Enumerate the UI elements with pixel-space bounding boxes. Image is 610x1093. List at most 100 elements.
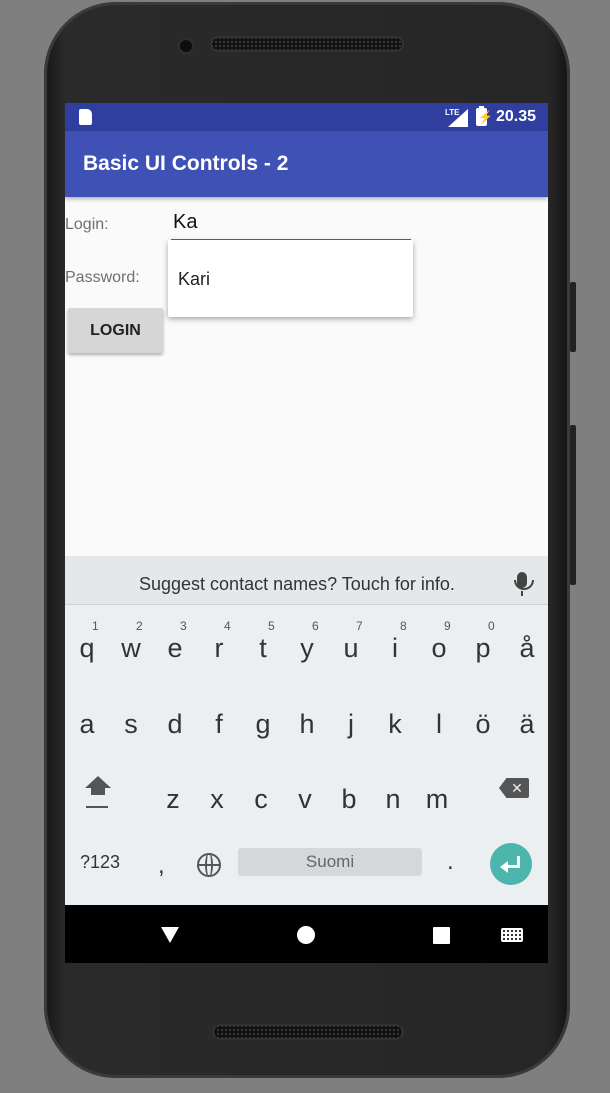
key-char: c <box>254 784 268 814</box>
key-char: f <box>215 709 223 739</box>
key[interactable]: x <box>195 766 239 826</box>
key[interactable]: z <box>151 766 195 826</box>
autocomplete-dropdown: Kari <box>168 240 413 317</box>
battery-icon: ⚡ <box>476 106 493 126</box>
key-number-hint: 6 <box>312 619 319 633</box>
key-number-hint: 0 <box>488 619 495 633</box>
key[interactable]: c <box>239 766 283 826</box>
key[interactable]: å <box>505 611 548 671</box>
key-char: z <box>166 784 180 814</box>
recents-icon[interactable] <box>433 927 450 944</box>
key-char: ä <box>519 709 535 739</box>
key[interactable]: r4 <box>197 611 241 671</box>
symbols-key[interactable]: ?123 <box>80 852 120 873</box>
key-char: å <box>519 633 535 663</box>
key[interactable]: n <box>371 766 415 826</box>
key[interactable]: m <box>415 766 459 826</box>
key[interactable]: t5 <box>241 611 285 671</box>
key-char: s <box>124 709 138 739</box>
key-number-hint: 9 <box>444 619 451 633</box>
key-char: l <box>436 709 442 739</box>
bottom-speaker <box>212 1024 404 1040</box>
key-number-hint: 1 <box>92 619 99 633</box>
key-char: k <box>388 709 402 739</box>
key[interactable]: b <box>327 766 371 826</box>
power-button[interactable] <box>570 282 576 352</box>
app-title: Basic UI Controls - 2 <box>83 152 289 175</box>
key-number-hint: 4 <box>224 619 231 633</box>
key-char: n <box>385 784 401 814</box>
app-bar: Basic UI Controls - 2 <box>65 131 548 197</box>
password-label: Password: <box>65 269 140 286</box>
key-char: r <box>214 633 224 663</box>
key-char: j <box>348 709 354 739</box>
keyboard-switch-icon[interactable] <box>501 928 523 942</box>
earpiece-speaker <box>210 36 404 52</box>
key-char: h <box>299 709 315 739</box>
key[interactable]: e3 <box>153 611 197 671</box>
key[interactable]: j <box>329 691 373 751</box>
shift-underline <box>86 806 108 808</box>
key[interactable]: i8 <box>373 611 417 671</box>
autocomplete-item[interactable]: Kari <box>178 269 210 290</box>
navigation-bar <box>65 905 548 963</box>
key[interactable]: k <box>373 691 417 751</box>
key[interactable]: q1 <box>65 611 109 671</box>
globe-icon[interactable] <box>197 853 221 877</box>
status-time: 20.35 <box>496 108 537 125</box>
key-char: m <box>425 784 449 814</box>
comma-key[interactable]: , <box>158 852 165 880</box>
microphone-icon-stand <box>514 580 534 590</box>
key[interactable]: l <box>417 691 461 751</box>
space-key[interactable]: Suomi <box>238 848 422 876</box>
key[interactable]: s <box>109 691 153 751</box>
key[interactable]: ä <box>505 691 548 751</box>
login-input[interactable]: Ka <box>171 211 411 241</box>
suggestion-strip[interactable]: Suggest contact names? Touch for info. <box>65 556 548 605</box>
key-char: q <box>79 633 95 663</box>
login-label: Login: <box>65 216 109 233</box>
soft-keyboard: Suggest contact names? Touch for info. q… <box>65 556 548 905</box>
backspace-key[interactable]: ✕ <box>499 778 529 798</box>
key-char: v <box>298 784 312 814</box>
key-char: t <box>259 633 267 663</box>
back-icon[interactable] <box>161 927 179 943</box>
key-char: o <box>431 633 447 663</box>
key-char: e <box>167 633 183 663</box>
sd-card-icon <box>79 109 92 125</box>
key[interactable]: g <box>241 691 285 751</box>
key-number-hint: 7 <box>356 619 363 633</box>
key[interactable]: o9 <box>417 611 461 671</box>
key[interactable]: u7 <box>329 611 373 671</box>
shift-key[interactable] <box>83 776 113 812</box>
key-char: p <box>475 633 491 663</box>
key-char: x <box>210 784 224 814</box>
key[interactable]: h <box>285 691 329 751</box>
key[interactable]: f <box>197 691 241 751</box>
key-number-hint: 2 <box>136 619 143 633</box>
period-key[interactable]: . <box>447 848 454 876</box>
key[interactable]: d <box>153 691 197 751</box>
key-number-hint: 3 <box>180 619 187 633</box>
enter-key[interactable] <box>490 843 532 885</box>
volume-rocker[interactable] <box>570 425 576 585</box>
status-bar: LTE ⚡ 20.35 <box>65 103 548 131</box>
key-char: b <box>341 784 357 814</box>
key-char: w <box>121 633 141 663</box>
login-button[interactable]: LOGIN <box>68 308 163 353</box>
home-icon[interactable] <box>297 926 315 944</box>
key[interactable]: w2 <box>109 611 153 671</box>
key[interactable]: ö <box>461 691 505 751</box>
network-type: LTE <box>445 108 460 117</box>
suggestion-text[interactable]: Suggest contact names? Touch for info. <box>139 574 455 595</box>
device-screen: LTE ⚡ 20.35 Basic UI Controls - 2 Login:… <box>65 103 548 963</box>
key[interactable]: a <box>65 691 109 751</box>
front-camera <box>180 40 192 52</box>
shift-icon-stem <box>91 787 105 795</box>
key-char: g <box>255 709 271 739</box>
key-number-hint: 5 <box>268 619 275 633</box>
key[interactable]: y6 <box>285 611 329 671</box>
key[interactable]: v <box>283 766 327 826</box>
key-char: y <box>300 633 314 663</box>
key[interactable]: p0 <box>461 611 505 671</box>
